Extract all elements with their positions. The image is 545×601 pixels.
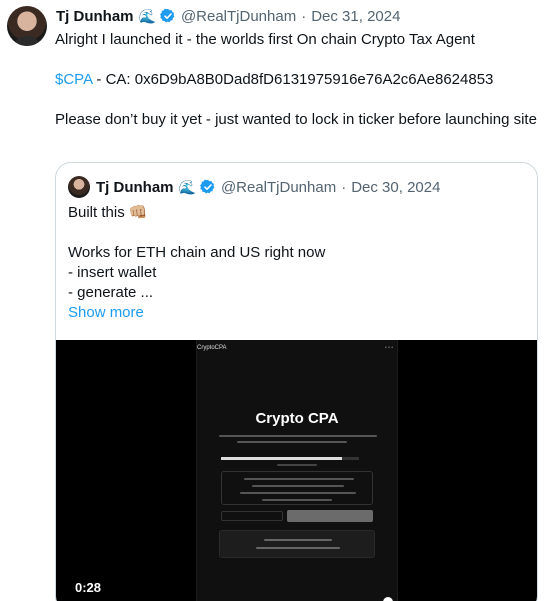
video-timestamp: 0:28 — [75, 580, 102, 595]
screen-progress-bar — [221, 457, 359, 460]
quote-meta-separator: · — [341, 178, 347, 196]
cashtag-link[interactable]: $CPA — [55, 71, 92, 88]
verified-badge-icon — [160, 8, 175, 23]
quote-line-4: - generate ... — [68, 284, 154, 301]
contract-address: - CA: 0x6D9bA8B0Dad8fD6131975916e76A2c6A… — [92, 71, 494, 88]
screen-select — [221, 511, 283, 521]
tweet-line-1: Alright I launched it - the worlds first… — [55, 31, 475, 48]
tweet-line-3: Please don’t buy it yet - just wanted to… — [55, 111, 537, 128]
screen-brand: CryptoCPA — [197, 345, 227, 351]
author-avatar[interactable] — [7, 6, 47, 46]
quote-body: Built this 👊🏼 Works for ETH chain and US… — [68, 203, 523, 323]
video-scrubber-handle[interactable] — [383, 597, 393, 601]
screen-button — [287, 510, 373, 522]
meta-separator: · — [301, 7, 307, 25]
author-name[interactable]: Tj Dunham — [56, 8, 134, 25]
screen-subtitle-line — [237, 441, 347, 443]
screen-panel — [219, 530, 375, 558]
quote-line-3: - insert wallet — [68, 264, 157, 281]
verified-badge-icon — [200, 179, 215, 194]
quote-line-2: Works for ETH chain and US right now — [68, 244, 326, 261]
screen-info-box — [221, 471, 373, 505]
quote-author-name[interactable]: Tj Dunham — [96, 179, 174, 196]
screen-caption-line — [277, 464, 317, 466]
quote-header: Tj Dunham 🌊 @RealTjDunham · Dec 30, 2024 — [68, 176, 440, 198]
screen-top-right: • • • — [384, 345, 393, 351]
tweet-body: Alright I launched it - the worlds first… — [55, 30, 539, 130]
video-frame: CryptoCPA • • • Crypto CPA — [196, 340, 398, 601]
quote-avatar[interactable] — [68, 176, 90, 198]
quote-line-1: Built this 👊🏼 — [68, 204, 148, 221]
video-player[interactable]: CryptoCPA • • • Crypto CPA 0:28 — [56, 340, 537, 601]
wave-emoji-icon: 🌊 — [138, 8, 156, 24]
author-handle[interactable]: @RealTjDunham — [181, 8, 296, 25]
tweet-line-2: $CPA - CA: 0x6D9bA8B0Dad8fD6131975916e76… — [55, 70, 539, 90]
screen-subtitle-line — [219, 435, 377, 437]
quoted-tweet[interactable]: Tj Dunham 🌊 @RealTjDunham · Dec 30, 2024… — [55, 162, 538, 601]
screen-title: Crypto CPA — [255, 410, 339, 427]
show-more-link[interactable]: Show more — [68, 304, 144, 321]
wave-emoji-icon: 🌊 — [178, 179, 196, 195]
quote-author-handle[interactable]: @RealTjDunham — [221, 179, 336, 196]
quote-date[interactable]: Dec 30, 2024 — [351, 179, 440, 196]
tweet-date[interactable]: Dec 31, 2024 — [311, 8, 400, 25]
tweet-header: Tj Dunham 🌊 @RealTjDunham · Dec 31, 2024 — [56, 5, 400, 27]
